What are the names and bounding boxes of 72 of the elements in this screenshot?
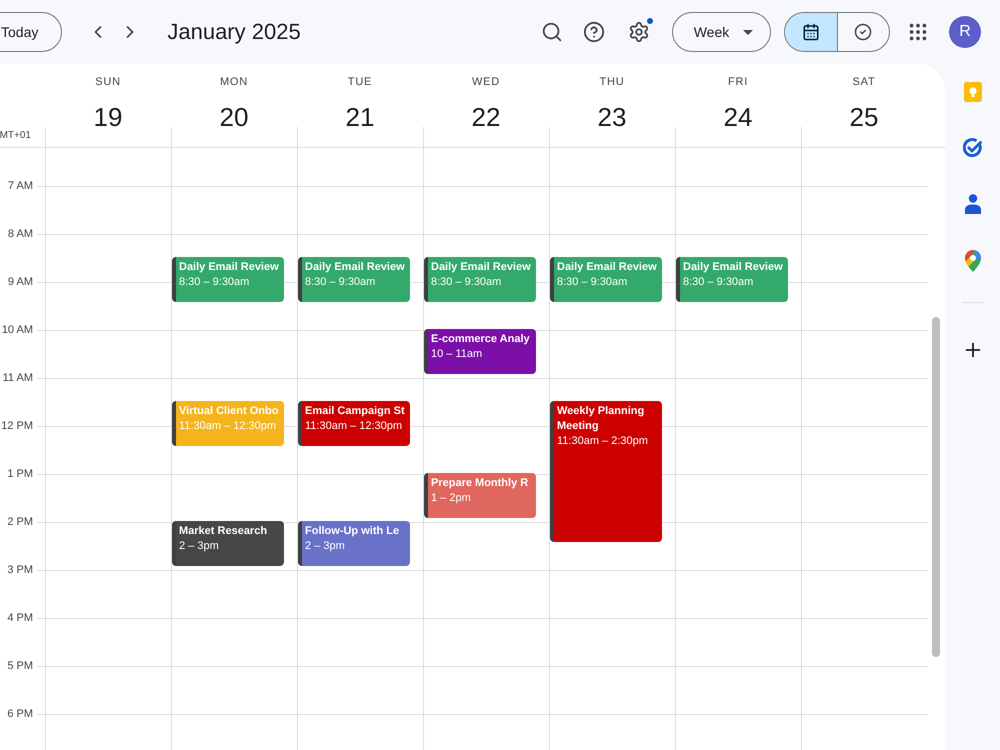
month-title: January 2025 xyxy=(167,19,301,45)
event-time: 11:30am – 2:30pm xyxy=(557,434,648,449)
event-title: Daily Email Review xyxy=(305,260,405,275)
day-name: THU xyxy=(599,75,624,89)
day-number[interactable]: 24 xyxy=(724,101,752,133)
day-number[interactable]: 19 xyxy=(94,101,122,133)
event-title: Daily Email Review xyxy=(683,260,783,275)
day-number[interactable]: 22 xyxy=(472,101,500,133)
event-time: 8:30 – 9:30am xyxy=(179,275,250,290)
event-time: 2 – 3pm xyxy=(305,539,345,554)
event-time: 8:30 – 9:30am xyxy=(683,275,754,290)
day-number[interactable]: 21 xyxy=(346,101,374,133)
time-label: 1 PM xyxy=(7,467,33,481)
day-name: MON xyxy=(220,75,248,89)
time-label: 2 PM xyxy=(7,515,33,529)
event-card[interactable]: Follow-Up with Le 2 – 3pm xyxy=(298,521,410,566)
day-number[interactable]: 25 xyxy=(850,101,878,133)
event-title: Weekly Planning Meeting xyxy=(557,404,646,434)
event-card[interactable]: Market Research 2 – 3pm xyxy=(172,521,284,566)
day-name: SAT xyxy=(852,75,876,89)
settings-icon xyxy=(628,21,650,43)
event-time: 8:30 – 9:30am xyxy=(305,275,376,290)
time-label: 4 PM xyxy=(7,611,33,625)
today-button[interactable]: Today xyxy=(0,12,62,52)
event-time: 10 – 11am xyxy=(431,347,482,362)
time-label: 9 AM xyxy=(8,275,33,289)
event-time: 2 – 3pm xyxy=(179,539,219,554)
time-label: 7 AM xyxy=(8,179,33,193)
day-name: WED xyxy=(472,75,500,89)
timezone-label: MT+01 xyxy=(0,130,31,142)
calendar-icon xyxy=(802,23,820,41)
time-label: 10 AM xyxy=(2,323,33,337)
scrollbar-thumb[interactable] xyxy=(932,317,940,657)
day-number[interactable]: 20 xyxy=(220,101,248,133)
calendar-view-button[interactable] xyxy=(785,13,836,51)
help-icon xyxy=(583,21,605,43)
event-title: Follow-Up with Le xyxy=(305,524,400,539)
event-title: Email Campaign St xyxy=(305,404,405,419)
check-circle-icon xyxy=(854,23,872,41)
event-time: 8:30 – 9:30am xyxy=(431,275,502,290)
event-title: Daily Email Review xyxy=(431,260,531,275)
time-label: 12 PM xyxy=(1,419,33,433)
event-title: Daily Email Review xyxy=(179,260,279,275)
event-title: Daily Email Review xyxy=(557,260,657,275)
event-card[interactable]: Weekly Planning Meeting 11:30am – 2:30pm xyxy=(550,401,662,542)
account-avatar[interactable]: R xyxy=(949,16,981,48)
time-label: 3 PM xyxy=(7,563,33,577)
search-icon xyxy=(541,21,563,43)
time-label: 8 AM xyxy=(8,227,33,241)
event-time: 1 – 2pm xyxy=(431,491,471,506)
event-time: 11:30am – 12:30pm xyxy=(305,419,402,434)
time-label: 5 PM xyxy=(7,659,33,673)
day-name: SUN xyxy=(95,75,121,89)
event-title: Market Research xyxy=(179,524,268,539)
time-label: 11 AM xyxy=(2,371,33,385)
view-select[interactable]: Week xyxy=(672,12,771,52)
event-title: E-commerce Analy xyxy=(431,332,530,347)
time-label: 6 PM xyxy=(7,707,33,721)
person-icon[interactable] xyxy=(964,194,980,214)
event-title: Prepare Monthly R xyxy=(431,476,528,491)
day-name: FRI xyxy=(728,75,748,89)
grid-dots-icon xyxy=(907,21,929,43)
caret-icon xyxy=(743,30,754,34)
event-card[interactable]: E-commerce Analy 10 – 11am xyxy=(424,329,536,374)
event-time: 8:30 – 9:30am xyxy=(557,275,628,290)
event-time: 11:30am – 12:30pm xyxy=(179,419,276,434)
day-name: TUE xyxy=(348,75,372,89)
map-pin-icon[interactable] xyxy=(964,250,980,272)
day-number[interactable]: 23 xyxy=(598,101,626,133)
check-circle-icon[interactable] xyxy=(962,138,982,158)
event-card[interactable]: Email Campaign St 11:30am – 12:30pm xyxy=(298,401,410,446)
event-title: Virtual Client Onbo xyxy=(179,404,278,419)
